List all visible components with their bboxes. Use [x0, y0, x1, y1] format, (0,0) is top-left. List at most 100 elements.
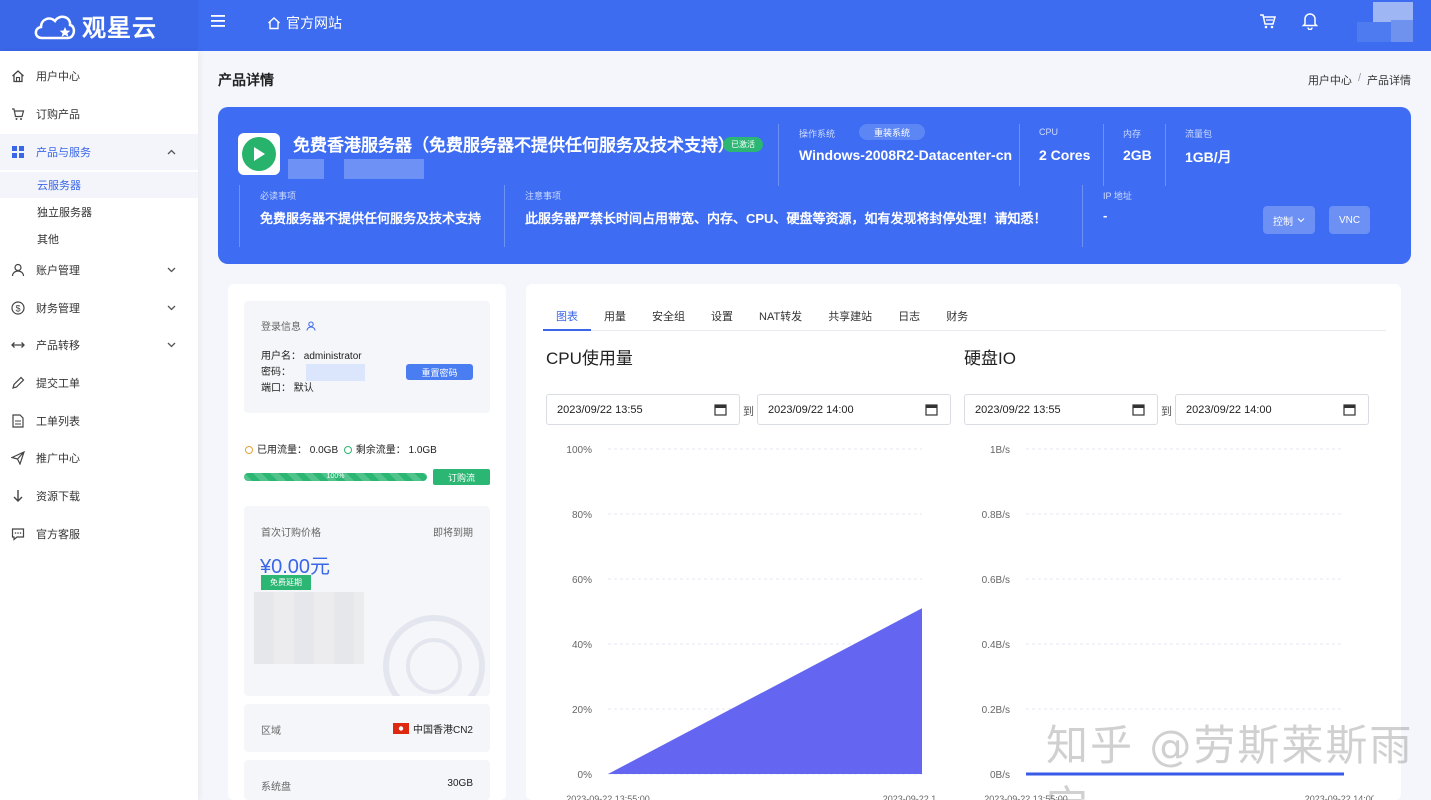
vnc-button[interactable]: VNC [1329, 206, 1370, 234]
sidebar-item-label: 订购产品 [36, 109, 80, 121]
sidebar: 用户中心 订购产品 产品与服务 云服务器 独立服务器 其他 账户管理 $ 财务管… [0, 51, 198, 800]
sidebar-item-promotion[interactable]: 推广中心 [0, 440, 198, 476]
sidebar-item-user-center[interactable]: 用户中心 [0, 58, 198, 94]
sidebar-item-products[interactable]: 产品与服务 [0, 134, 198, 170]
disk-start-date-input[interactable]: 2023/09/22 13:55 [964, 394, 1158, 425]
disk-chart-title: 硬盘IO [964, 349, 1016, 368]
status-badge: 已激活 [723, 137, 763, 152]
chevron-down-icon [167, 302, 176, 314]
cart-icon[interactable] [1259, 12, 1277, 33]
redacted-block [254, 592, 364, 664]
sidebar-item-downloads[interactable]: 资源下载 [0, 478, 198, 514]
cpu-usage-area [608, 608, 922, 774]
svg-text:$: $ [15, 303, 20, 313]
sidebar-subitem-other[interactable]: 其他 [0, 226, 198, 252]
sidebar-item-account[interactable]: 账户管理 [0, 252, 198, 288]
official-site-link[interactable]: 官方网站 [267, 13, 342, 33]
cloud-star-logo-icon [32, 10, 76, 42]
y-tick-label: 100% [566, 445, 592, 456]
official-site-label: 官方网站 [286, 15, 342, 31]
hong-kong-flag-icon [392, 723, 409, 734]
cpu-end-date-value: 2023/09/22 14:00 [768, 403, 854, 416]
login-info-card: 登录信息 用户名： administrator 密码： 端口： 默认 重置密码 [244, 301, 490, 413]
username-value: administrator [303, 351, 362, 362]
divider [778, 124, 779, 186]
chat-icon [10, 526, 26, 542]
sidebar-item-label: 产品与服务 [36, 147, 91, 159]
cpu-start-date-value: 2023/09/22 13:55 [557, 403, 643, 416]
sidebar-item-label: 推广中心 [36, 453, 80, 465]
reset-password-button[interactable]: 重置密码 [406, 364, 473, 380]
sidebar-subitem-dedicated-server[interactable]: 独立服务器 [0, 199, 198, 225]
memory-value: 2GB [1123, 147, 1152, 163]
redacted-block [288, 159, 324, 179]
menu-toggle-icon[interactable] [211, 14, 225, 32]
top-bar: 观星云 官方网站 [0, 0, 1431, 51]
cpu-usage-chart: 100% 80% 60% 40% 20% 0% 2023-09-22 13:55:00 202… [566, 445, 936, 800]
sidebar-item-order[interactable]: 订购产品 [0, 96, 198, 132]
tab-logs[interactable]: 日志 [885, 304, 933, 331]
chevron-down-icon [167, 339, 176, 351]
password-label: 密码： [261, 367, 291, 378]
memory-label: 内存 [1123, 129, 1142, 139]
home-icon [10, 68, 26, 84]
tab-shared-site[interactable]: 共享建站 [815, 304, 885, 331]
cpu-start-date-input[interactable]: 2023/09/22 13:55 [546, 394, 740, 425]
tab-settings[interactable]: 设置 [698, 304, 746, 331]
brand-name: 观星云 [82, 15, 157, 42]
divider [1165, 124, 1166, 186]
y-tick-label: 0.2B/s [982, 705, 1010, 716]
y-tick-label: 0.6B/s [982, 575, 1010, 586]
tab-security-group[interactable]: 安全组 [639, 304, 698, 331]
grid-icon [10, 144, 26, 160]
y-tick-label: 0.4B/s [982, 640, 1010, 651]
system-disk-value: 30GB [447, 778, 473, 789]
divider [504, 185, 505, 247]
logo[interactable]: 观星云 [0, 0, 198, 51]
remaining-traffic-label: 剩余流量： [355, 445, 406, 456]
sidebar-item-label: 提交工单 [36, 378, 80, 390]
sidebar-item-support[interactable]: 官方客服 [0, 516, 198, 552]
sidebar-item-transfer[interactable]: 产品转移 [0, 327, 198, 363]
used-traffic-label: 已用流量： [257, 445, 307, 456]
user-icon [306, 321, 316, 331]
free-renew-badge: 免费延期 [261, 575, 311, 590]
reinstall-os-button[interactable]: 重装系统 [859, 124, 925, 140]
must-read-label: 必读事项 [260, 191, 297, 201]
avatar[interactable] [1357, 2, 1413, 42]
cpu-value: 2 Cores [1039, 147, 1091, 163]
sidebar-subitem-cloud-server[interactable]: 云服务器 [0, 172, 198, 198]
sidebar-item-label: 资源下载 [36, 491, 80, 503]
sidebar-item-submit-ticket[interactable]: 提交工单 [0, 365, 198, 401]
control-dropdown-button[interactable]: 控制 [1263, 206, 1315, 234]
download-arrow-icon [10, 488, 26, 504]
sidebar-item-label: 账户管理 [36, 265, 80, 277]
first-price-label: 首次订购价格 [261, 528, 321, 539]
sidebar-subitem-label: 其他 [37, 234, 59, 246]
info-panel: 登录信息 用户名： administrator 密码： 端口： 默认 重置密码 … [228, 284, 506, 800]
disk-end-date-input[interactable]: 2023/09/22 14:00 [1175, 394, 1369, 425]
tab-chart[interactable]: 图表 [543, 304, 591, 331]
sidebar-item-label: 产品转移 [36, 340, 80, 352]
tab-nat-forwarding[interactable]: NAT转发 [746, 304, 815, 331]
chevron-up-icon [167, 146, 176, 158]
disk-start-date-value: 2023/09/22 13:55 [975, 403, 1061, 416]
sidebar-item-ticket-list[interactable]: 工单列表 [0, 403, 198, 439]
tab-finance[interactable]: 财务 [933, 304, 981, 331]
breadcrumb-user-center[interactable]: 用户中心 [1308, 72, 1352, 88]
document-icon [10, 413, 26, 429]
buy-traffic-button[interactable]: 订购流 [433, 469, 490, 485]
cpu-end-date-input[interactable]: 2023/09/22 14:00 [757, 394, 951, 425]
y-tick-label: 0B/s [990, 770, 1010, 781]
bell-icon[interactable] [1301, 11, 1319, 33]
divider [1082, 185, 1083, 247]
username-label: 用户名： [261, 351, 301, 362]
send-icon [10, 450, 26, 466]
sidebar-item-label: 工单列表 [36, 416, 80, 428]
ip-value: - [1103, 208, 1108, 223]
chevron-down-icon [1297, 218, 1305, 223]
traffic-package-value: 1GB/月 [1185, 149, 1232, 165]
breadcrumb: 用户中心 / 产品详情 [1308, 72, 1411, 88]
tab-usage[interactable]: 用量 [591, 304, 639, 331]
sidebar-item-finance[interactable]: $ 财务管理 [0, 290, 198, 326]
